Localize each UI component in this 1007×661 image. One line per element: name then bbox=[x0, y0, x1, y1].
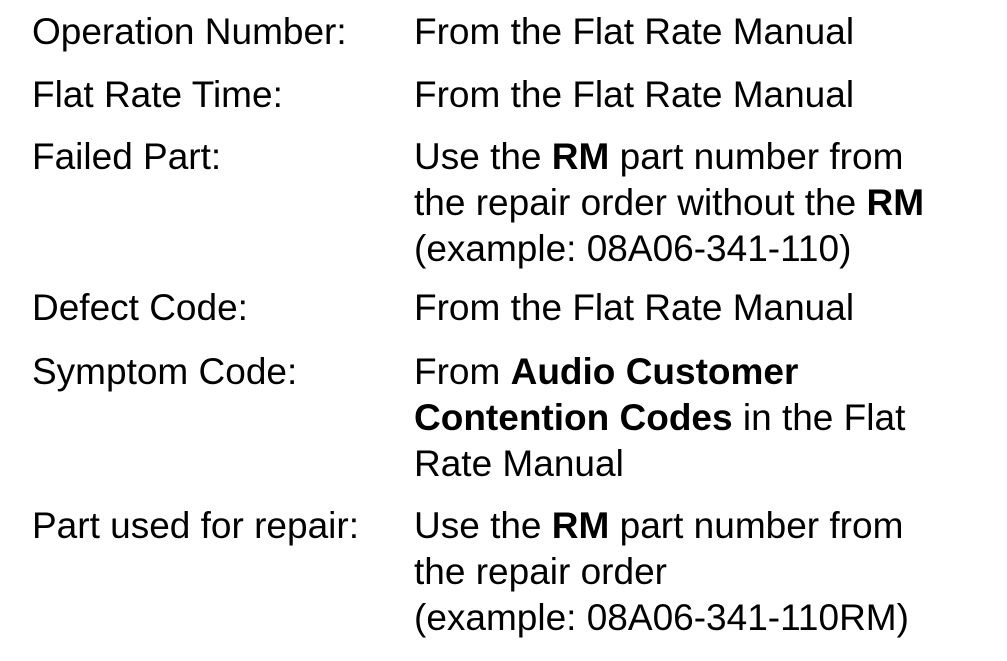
value-text: From the Flat Rate Manual bbox=[414, 74, 855, 115]
operation-number-label: Operation Number: bbox=[32, 11, 347, 52]
value-line: (example: 08A06-341-110) bbox=[414, 226, 1004, 272]
defect-code-value: From the Flat Rate Manual bbox=[414, 285, 1004, 331]
value-bold-text: RM bbox=[551, 505, 610, 546]
symptom-code-label: Symptom Code: bbox=[32, 351, 298, 392]
value-text: (example: 08A06-341-110) bbox=[414, 228, 852, 269]
value-text: From the Flat Rate Manual bbox=[414, 11, 855, 52]
value-text: (example: 08A06-341-110RM) bbox=[414, 597, 909, 638]
value-line: From the Flat Rate Manual bbox=[414, 72, 1004, 118]
claim-instructions-document: Operation Number: From the Flat Rate Man… bbox=[0, 0, 1007, 661]
defect-code-label: Defect Code: bbox=[32, 287, 248, 328]
value-line: the repair order bbox=[414, 549, 1004, 595]
value-line: Contention Codes in the Flat bbox=[414, 395, 1004, 441]
part-used-for-repair-label: Part used for repair: bbox=[32, 505, 359, 546]
value-line: (example: 08A06-341-110RM) bbox=[414, 595, 1004, 641]
value-text: part number from bbox=[609, 136, 904, 177]
value-bold-text: RM bbox=[866, 182, 925, 223]
value-line: the repair order without the RM bbox=[414, 180, 1004, 226]
failed-part-label: Failed Part: bbox=[32, 136, 222, 177]
value-text: in the Flat bbox=[732, 397, 906, 438]
value-text: part number from bbox=[609, 505, 904, 546]
value-line: From the Flat Rate Manual bbox=[414, 9, 1004, 55]
value-line: From the Flat Rate Manual bbox=[414, 285, 1004, 331]
flat-rate-time-label: Flat Rate Time: bbox=[32, 74, 283, 115]
value-text: From the Flat Rate Manual bbox=[414, 287, 855, 328]
operation-number-value: From the Flat Rate Manual bbox=[414, 9, 1004, 55]
flat-rate-time-value: From the Flat Rate Manual bbox=[414, 72, 1004, 118]
value-line: From Audio Customer bbox=[414, 349, 1004, 395]
failed-part-value: Use the RM part number from the repair o… bbox=[414, 134, 1004, 272]
value-line: Rate Manual bbox=[414, 441, 1004, 487]
value-text: From bbox=[414, 351, 511, 392]
value-bold-text: RM bbox=[551, 136, 610, 177]
symptom-code-value: From Audio Customer Contention Codes in … bbox=[414, 349, 1004, 487]
value-bold-text: Contention Codes bbox=[414, 397, 733, 438]
value-text: Use the bbox=[414, 136, 552, 177]
value-line: Use the RM part number from bbox=[414, 503, 1004, 549]
value-text: Use the bbox=[414, 505, 552, 546]
part-used-for-repair-value: Use the RM part number from the repair o… bbox=[414, 503, 1004, 641]
value-text: the repair order without the bbox=[414, 182, 867, 223]
value-text: the repair order bbox=[414, 551, 667, 592]
value-line: Use the RM part number from bbox=[414, 134, 1004, 180]
value-text: Rate Manual bbox=[414, 443, 624, 484]
value-bold-text: Audio Customer bbox=[510, 351, 799, 392]
